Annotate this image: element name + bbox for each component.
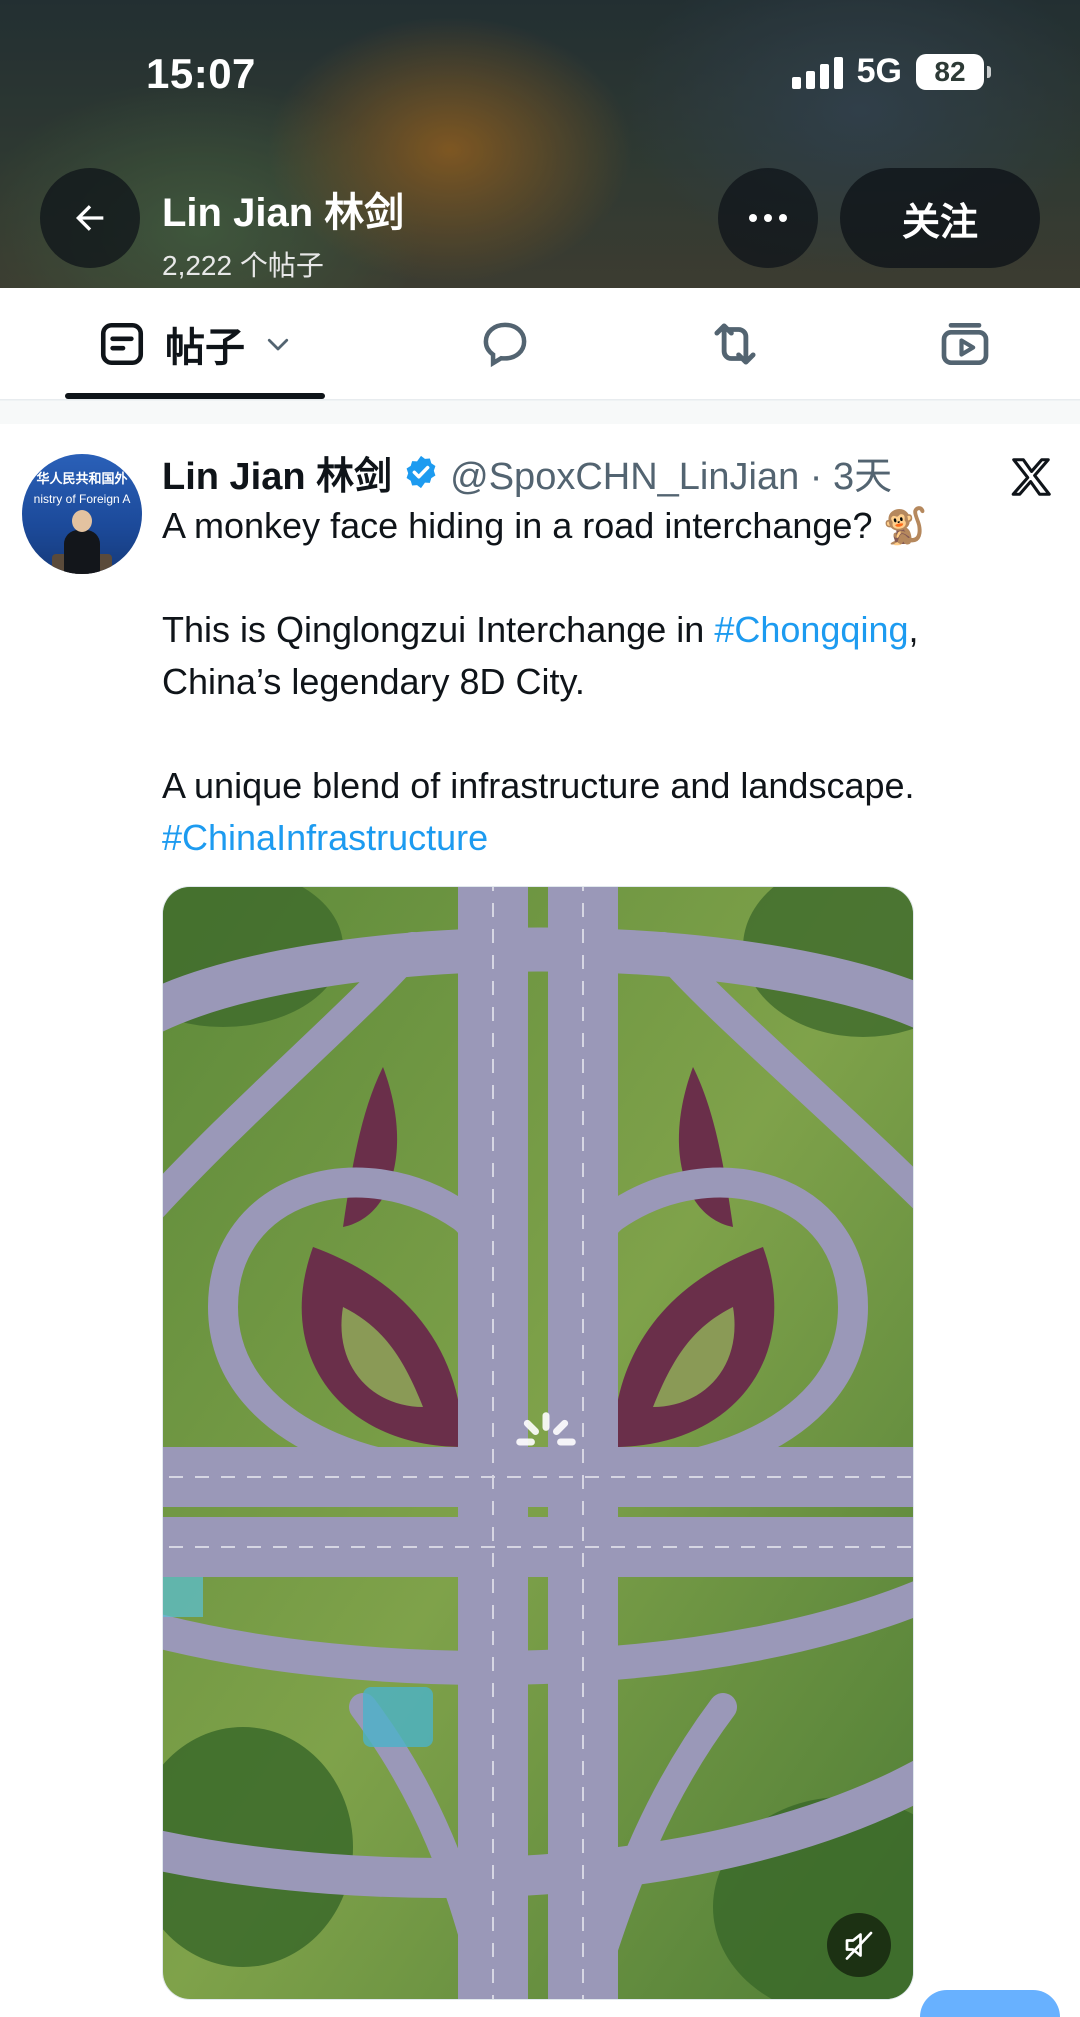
post-card[interactable]: 华人民共和国外 nistry of Foreign A Lin Jian 林剑 … — [0, 424, 1080, 2017]
post-meta: Lin Jian 林剑 @SpoxCHN_LinJian · 3天 — [162, 444, 1052, 500]
tab-replies[interactable] — [455, 288, 555, 400]
avatar-person — [64, 510, 100, 574]
battery-level: 82 — [934, 55, 966, 87]
status-indicators: 5G 82 — [791, 52, 991, 91]
compose-button-partial[interactable] — [920, 1990, 1060, 2017]
tweet-line-4: A unique blend of infrastructure and lan… — [162, 765, 915, 806]
more-options-button[interactable] — [718, 168, 818, 268]
follow-button[interactable]: 关注 — [840, 168, 1040, 268]
tweet-line-1: A monkey face hiding in a road interchan… — [162, 505, 928, 546]
tweet-line-3: China’s legendary 8D City. — [162, 661, 585, 702]
back-button[interactable] — [40, 168, 140, 268]
chevron-down-icon — [267, 338, 289, 351]
speaker-muted-icon — [845, 1931, 873, 1960]
tab-reposts[interactable] — [685, 288, 785, 400]
status-time: 15:07 — [146, 50, 256, 97]
header-name: Lin Jian 林剑 — [162, 191, 405, 235]
profile-tabs: 帖子 — [0, 288, 1080, 400]
loading-spinner-icon — [516, 1412, 576, 1446]
tweet-line-2-suffix: , — [908, 609, 919, 650]
network-label: 5G — [856, 52, 902, 90]
reply-icon — [483, 322, 527, 368]
active-tab-indicator — [65, 393, 325, 399]
verified-badge-icon — [406, 455, 436, 489]
section-divider — [0, 400, 1080, 424]
hashtag-china-infrastructure[interactable]: #ChinaInfrastructure — [162, 812, 1052, 864]
header-post-count: 2,222 个帖子 — [162, 250, 324, 281]
avatar[interactable]: 华人民共和国外 nistry of Foreign A — [22, 454, 142, 574]
posts-icon — [100, 322, 144, 366]
author-handle-time[interactable]: @SpoxCHN_LinJian · 3天 — [450, 445, 892, 500]
hashtag-chongqing[interactable]: #Chongqing — [714, 609, 908, 650]
tab-posts[interactable]: 帖子 — [65, 288, 325, 400]
avatar-caption-2: nistry of Foreign A — [33, 492, 131, 506]
mute-button[interactable] — [827, 1913, 891, 1977]
tab-posts-label: 帖子 — [165, 326, 245, 370]
repost-icon — [714, 323, 756, 365]
profile-header-banner: 15:07 5G 82 Lin Jian 林剑 2,222 个帖子 关注 — [0, 0, 1080, 288]
tweet-line-2: This is Qinglongzui Interchange in #Chon… — [162, 604, 1052, 656]
tweet-text: A monkey face hiding in a road interchan… — [162, 500, 1052, 864]
more-dot-icon — [749, 214, 757, 222]
avatar-caption: 华人民共和国外 — [36, 471, 128, 486]
media-icon — [941, 323, 989, 365]
post-body: Lin Jian 林剑 @SpoxCHN_LinJian · 3天 A monk… — [162, 444, 1052, 864]
tab-media[interactable] — [915, 288, 1015, 400]
header-title: Lin Jian 林剑 2,222 个帖子 — [162, 180, 404, 284]
signal-icon — [791, 55, 843, 89]
arrow-left-icon — [76, 205, 104, 231]
post-video[interactable] — [162, 886, 914, 2000]
battery-icon: 82 — [916, 53, 991, 90]
author-name[interactable]: Lin Jian 林剑 — [162, 445, 392, 500]
tweet-line-2-prefix: This is Qinglongzui Interchange in — [162, 609, 715, 650]
